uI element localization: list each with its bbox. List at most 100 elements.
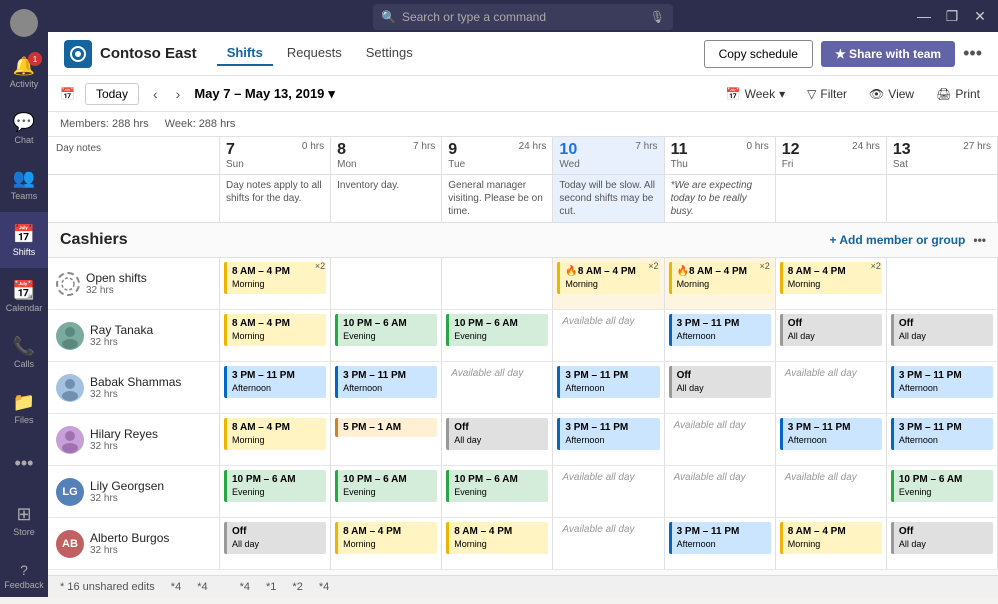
lily-shift-2[interactable]: 10 PM – 6 AMEvening — [442, 466, 553, 517]
alberto-shift-4[interactable]: 3 PM – 11 PMAfternoon — [665, 518, 776, 569]
alberto-shift-1[interactable]: 8 AM – 4 PMMorning — [331, 518, 442, 569]
alberto-shift-5[interactable]: 8 AM – 4 PMMorning — [776, 518, 887, 569]
minimize-button[interactable]: — — [914, 8, 934, 25]
prev-week-button[interactable]: ‹ — [149, 84, 162, 104]
status-count-0: *4 — [171, 581, 181, 593]
group-cashiers-header: Cashiers + Add member or group ••• — [48, 223, 998, 258]
ray-shift-5[interactable]: OffAll day — [776, 310, 887, 361]
copy-schedule-button[interactable]: Copy schedule — [704, 40, 813, 68]
hilary-shift-0[interactable]: 8 AM – 4 PMMorning — [220, 414, 331, 465]
shift-block[interactable]: 🔥8 AM – 4 PM Morning — [669, 262, 771, 294]
alberto-shift-0[interactable]: OffAll day — [220, 518, 331, 569]
next-week-button[interactable]: › — [172, 84, 185, 104]
sidebar-item-shifts[interactable]: 📅 Shifts — [0, 212, 48, 268]
babak-shift-0[interactable]: 3 PM – 11 PMAfternoon — [220, 362, 331, 413]
nav-tab-settings[interactable]: Settings — [356, 41, 423, 66]
week-view-button[interactable]: 📅 Week ▾ — [720, 84, 791, 104]
babak-shift-6[interactable]: 3 PM – 11 PMAfternoon — [887, 362, 998, 413]
lily-shift-5[interactable]: Available all day — [776, 466, 887, 517]
ray-shift-4[interactable]: 3 PM – 11 PMAfternoon — [665, 310, 776, 361]
search-icon: 🔍 — [381, 10, 396, 24]
label-spacer: Day notes — [48, 137, 220, 174]
view-button[interactable]: 👁 View — [863, 84, 920, 104]
activity-badge: 1 — [28, 52, 42, 66]
ray-shift-2[interactable]: 10 PM – 6 AMEvening — [442, 310, 553, 361]
sidebar-item-store[interactable]: ⊞ Store — [0, 492, 48, 548]
open-shift-5[interactable]: 8 AM – 4 PM Morning ×2 — [776, 258, 887, 309]
cashiers-more-button[interactable]: ••• — [973, 233, 986, 247]
hilary-shift-3[interactable]: 3 PM – 11 PMAfternoon — [553, 414, 664, 465]
sidebar-item-more[interactable]: ••• — [0, 436, 48, 492]
shift-badge: ×2 — [315, 261, 325, 271]
babak-shift-5[interactable]: Available all day — [776, 362, 887, 413]
maximize-button[interactable]: ❐ — [942, 8, 962, 25]
hilary-shift-2[interactable]: OffAll day — [442, 414, 553, 465]
lily-shift-4[interactable]: Available all day — [665, 466, 776, 517]
alberto-shift-2[interactable]: 8 AM – 4 PMMorning — [442, 518, 553, 569]
sidebar-item-calendar[interactable]: 📆 Calendar — [0, 268, 48, 324]
sidebar-item-feedback[interactable]: ? Feedback — [0, 548, 48, 604]
today-button[interactable]: Today — [85, 83, 139, 105]
alberto-shift-6[interactable]: OffAll day — [887, 518, 998, 569]
lily-shift-6[interactable]: 10 PM – 6 AMEvening — [887, 466, 998, 517]
babak-shift-3[interactable]: 3 PM – 11 PMAfternoon — [553, 362, 664, 413]
babak-shift-4[interactable]: OffAll day — [665, 362, 776, 413]
ray-shift-0[interactable]: 8 AM – 4 PMMorning — [220, 310, 331, 361]
ray-shift-1[interactable]: 10 PM – 6 AMEvening — [331, 310, 442, 361]
sidebar-item-files[interactable]: 📁 Files — [0, 380, 48, 436]
note-4: *We are expecting today to be really bus… — [665, 175, 776, 222]
ray-shift-6[interactable]: OffAll day — [887, 310, 998, 361]
sidebar-item-teams[interactable]: 👥 Teams — [0, 156, 48, 212]
lily-shift-0[interactable]: 10 PM – 6 AMEvening — [220, 466, 331, 517]
hilary-shift-6[interactable]: 3 PM – 11 PMAfternoon — [887, 414, 998, 465]
sidebar-item-calls[interactable]: 📞 Calls — [0, 324, 48, 380]
open-shift-2[interactable] — [442, 258, 553, 309]
hilary-shift-1[interactable]: 5 PM – 1 AM — [331, 414, 442, 465]
sidebar-item-chat[interactable]: 💬 Chat — [0, 100, 48, 156]
sidebar-item-avatar[interactable] — [0, 4, 48, 44]
sidebar-item-label: Teams — [11, 191, 38, 201]
open-shift-0[interactable]: 8 AM – 4 PM Morning ×2 — [220, 258, 331, 309]
ray-tanaka-avatar — [56, 322, 84, 350]
share-team-button[interactable]: ★ Share with team — [821, 41, 955, 67]
day-notes-label — [48, 175, 220, 222]
add-member-cashiers-button[interactable]: + Add member or group — [829, 233, 965, 247]
alberto-shift-3[interactable]: Available all day — [553, 518, 664, 569]
open-shift-3[interactable]: 🔥8 AM – 4 PM Morning ×2 — [553, 258, 664, 309]
date-range-label[interactable]: May 7 – May 13, 2019 ▾ — [194, 86, 335, 102]
open-shift-6[interactable] — [887, 258, 998, 309]
lily-shift-3[interactable]: Available all day — [553, 466, 664, 517]
hilary-shift-4[interactable]: Available all day — [665, 414, 776, 465]
shift-block[interactable]: 8 AM – 4 PM Morning — [224, 262, 326, 294]
hilary-shift-5[interactable]: 3 PM – 11 PMAfternoon — [776, 414, 887, 465]
open-shift-1[interactable] — [331, 258, 442, 309]
stats-row: Members: 288 hrs Week: 288 hrs — [48, 112, 998, 137]
sidebar-item-label: Activity — [10, 79, 39, 89]
babak-shammas-name: Babak Shammas — [90, 375, 181, 389]
lily-shift-1[interactable]: 10 PM – 6 AMEvening — [331, 466, 442, 517]
print-button[interactable]: 🖨 Print — [930, 84, 986, 104]
chat-icon: 💬 — [13, 112, 35, 133]
titlebar: 🔍 🎙 — ❐ ✕ — [48, 0, 998, 32]
search-input[interactable] — [402, 10, 650, 24]
day-header-6: 13 Sat 27 hrs — [887, 137, 998, 174]
nav-tab-shifts[interactable]: Shifts — [217, 41, 273, 66]
lily-georgsen-row: LG Lily Georgsen 32 hrs 10 PM – 6 AMEven… — [48, 466, 998, 518]
nav-tab-requests[interactable]: Requests — [277, 41, 352, 66]
shift-block[interactable]: 🔥8 AM – 4 PM Morning — [557, 262, 659, 294]
babak-shift-2[interactable]: Available all day — [442, 362, 553, 413]
filter-button[interactable]: ▽ Filter — [801, 84, 853, 104]
open-shift-4[interactable]: 🔥8 AM – 4 PM Morning ×2 — [665, 258, 776, 309]
searchbar[interactable]: 🔍 🎙 — [373, 4, 673, 30]
header-more-button[interactable]: ••• — [963, 43, 982, 64]
status-count-6: *4 — [319, 581, 329, 593]
babak-shift-1[interactable]: 3 PM – 11 PMAfternoon — [331, 362, 442, 413]
lily-georgsen-label: LG Lily Georgsen 32 hrs — [48, 466, 220, 517]
sidebar-item-activity[interactable]: 🔔 Activity 1 — [0, 44, 48, 100]
chevron-down-icon2: ▾ — [779, 87, 785, 101]
day-header-4: 11 Thu 0 hrs — [665, 137, 776, 174]
close-button[interactable]: ✕ — [970, 8, 990, 25]
shift-block[interactable]: 8 AM – 4 PM Morning — [780, 262, 882, 294]
ray-shift-3[interactable]: Available all day — [553, 310, 664, 361]
ray-tanaka-hrs: 32 hrs — [90, 337, 153, 348]
